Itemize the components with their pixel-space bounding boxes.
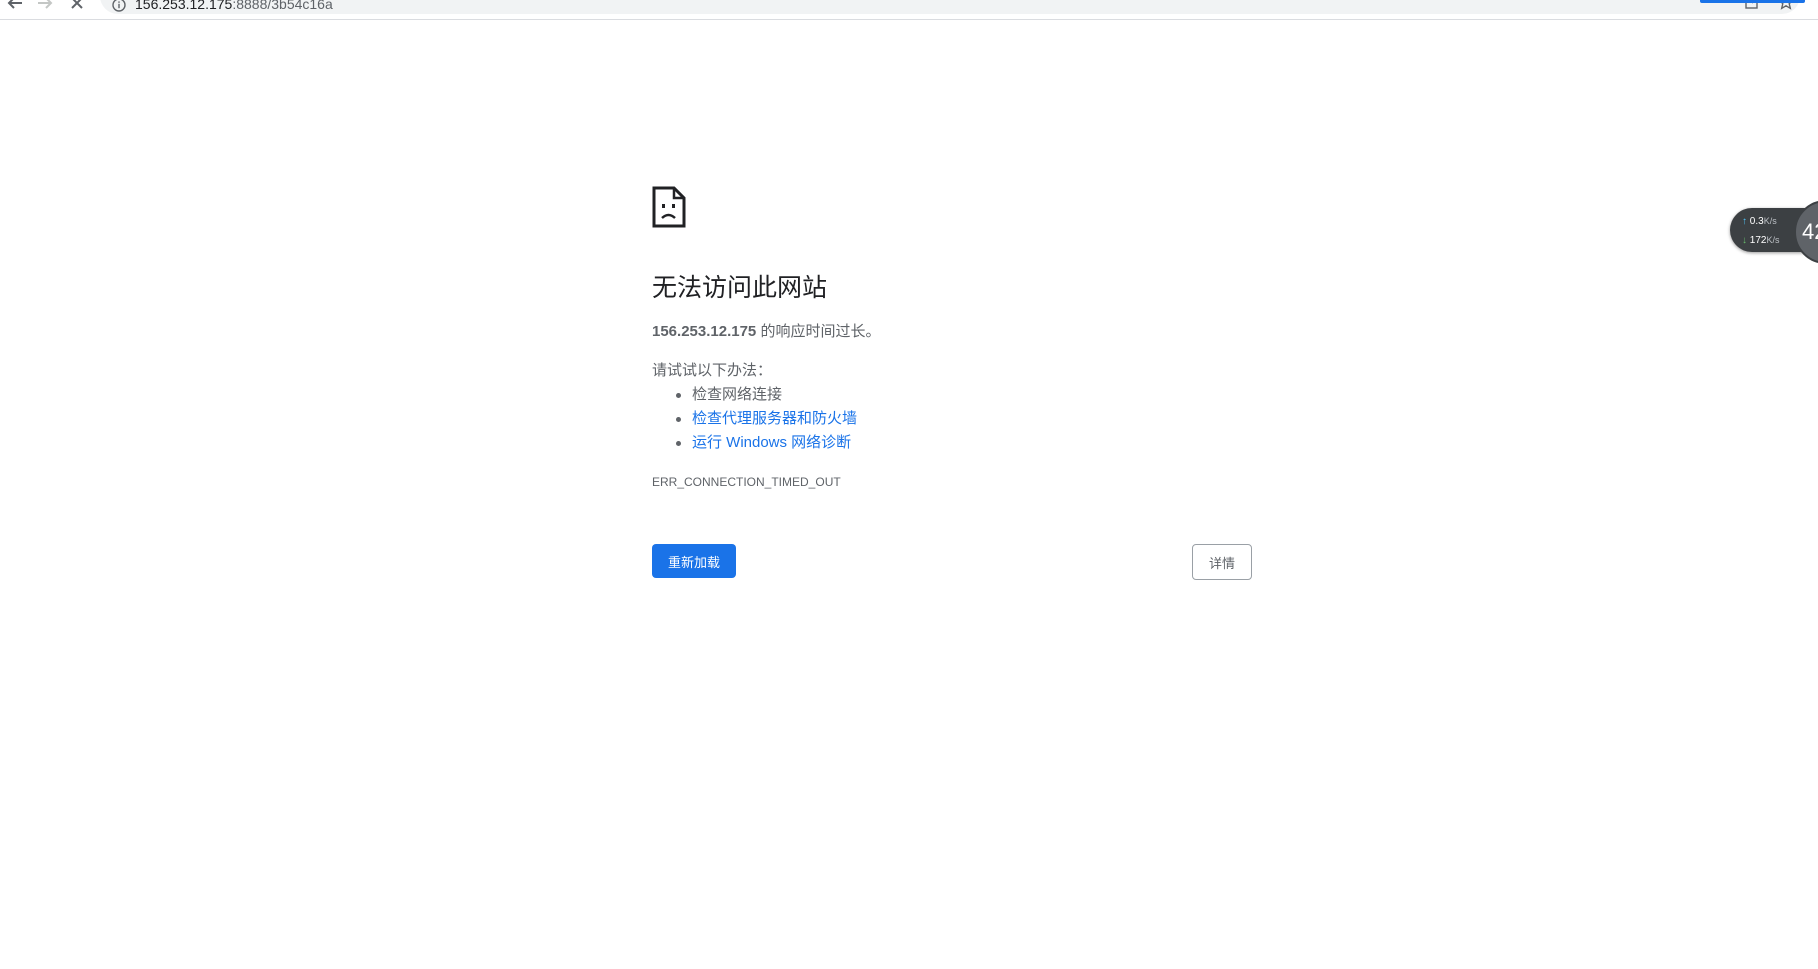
error-code: ERR_CONNECTION_TIMED_OUT <box>652 475 841 489</box>
url-host: 156.253.12.175 <box>135 0 233 12</box>
suggestion-check-proxy-link[interactable]: 检查代理服务器和防火墙 <box>692 410 857 427</box>
download-speed: ↓ 172K/s <box>1742 234 1779 247</box>
download-arrow-icon: ↓ <box>1742 235 1747 246</box>
bullet-icon <box>676 417 681 422</box>
upload-speed: ↑ 0.3K/s <box>1742 215 1777 228</box>
forward-arrow-icon[interactable] <box>32 0 58 14</box>
upload-arrow-icon: ↑ <box>1742 216 1747 227</box>
profile-indicator <box>1700 0 1805 3</box>
download-value: 172 <box>1749 235 1767 246</box>
suggestion-check-network: 检查网络连接 <box>692 386 783 403</box>
list-item: 检查网络连接 <box>652 383 857 407</box>
reload-button[interactable]: 重新加载 <box>652 544 736 578</box>
error-summary: 156.253.12.175 的响应时间过长。 <box>652 321 880 343</box>
suggestions-list: 检查网络连接 检查代理服务器和防火墙 运行 Windows 网络诊断 <box>652 383 857 455</box>
list-item: 运行 Windows 网络诊断 <box>652 431 857 455</box>
upload-unit: K/s <box>1763 216 1777 226</box>
url-path: :8888/3b54c16a <box>232 0 333 12</box>
error-host: 156.253.12.175 <box>652 323 757 340</box>
error-title: 无法访问此网站 <box>652 274 828 302</box>
browser-toolbar: 156.253.12.175:8888/3b54c16a <box>0 0 1818 20</box>
download-unit: K/s <box>1766 235 1780 245</box>
suggestion-run-diagnostics-link[interactable]: 运行 Windows 网络诊断 <box>692 434 851 451</box>
back-arrow-icon[interactable] <box>2 0 28 14</box>
upload-value: 0.3 <box>1749 216 1764 227</box>
list-item: 检查代理服务器和防火墙 <box>652 407 857 431</box>
suggestions-heading: 请试试以下办法： <box>652 362 773 379</box>
details-button[interactable]: 详情 <box>1192 544 1252 580</box>
stop-loading-icon[interactable] <box>64 0 90 14</box>
bullet-icon <box>676 393 681 398</box>
bullet-icon <box>676 441 681 446</box>
error-summary-suffix: 的响应时间过长。 <box>756 323 881 340</box>
address-bar[interactable]: 156.253.12.175:8888/3b54c16a <box>100 0 1800 14</box>
url-text[interactable]: 156.253.12.175:8888/3b54c16a <box>135 0 333 14</box>
info-icon[interactable] <box>112 0 126 12</box>
sad-page-icon <box>652 186 686 228</box>
